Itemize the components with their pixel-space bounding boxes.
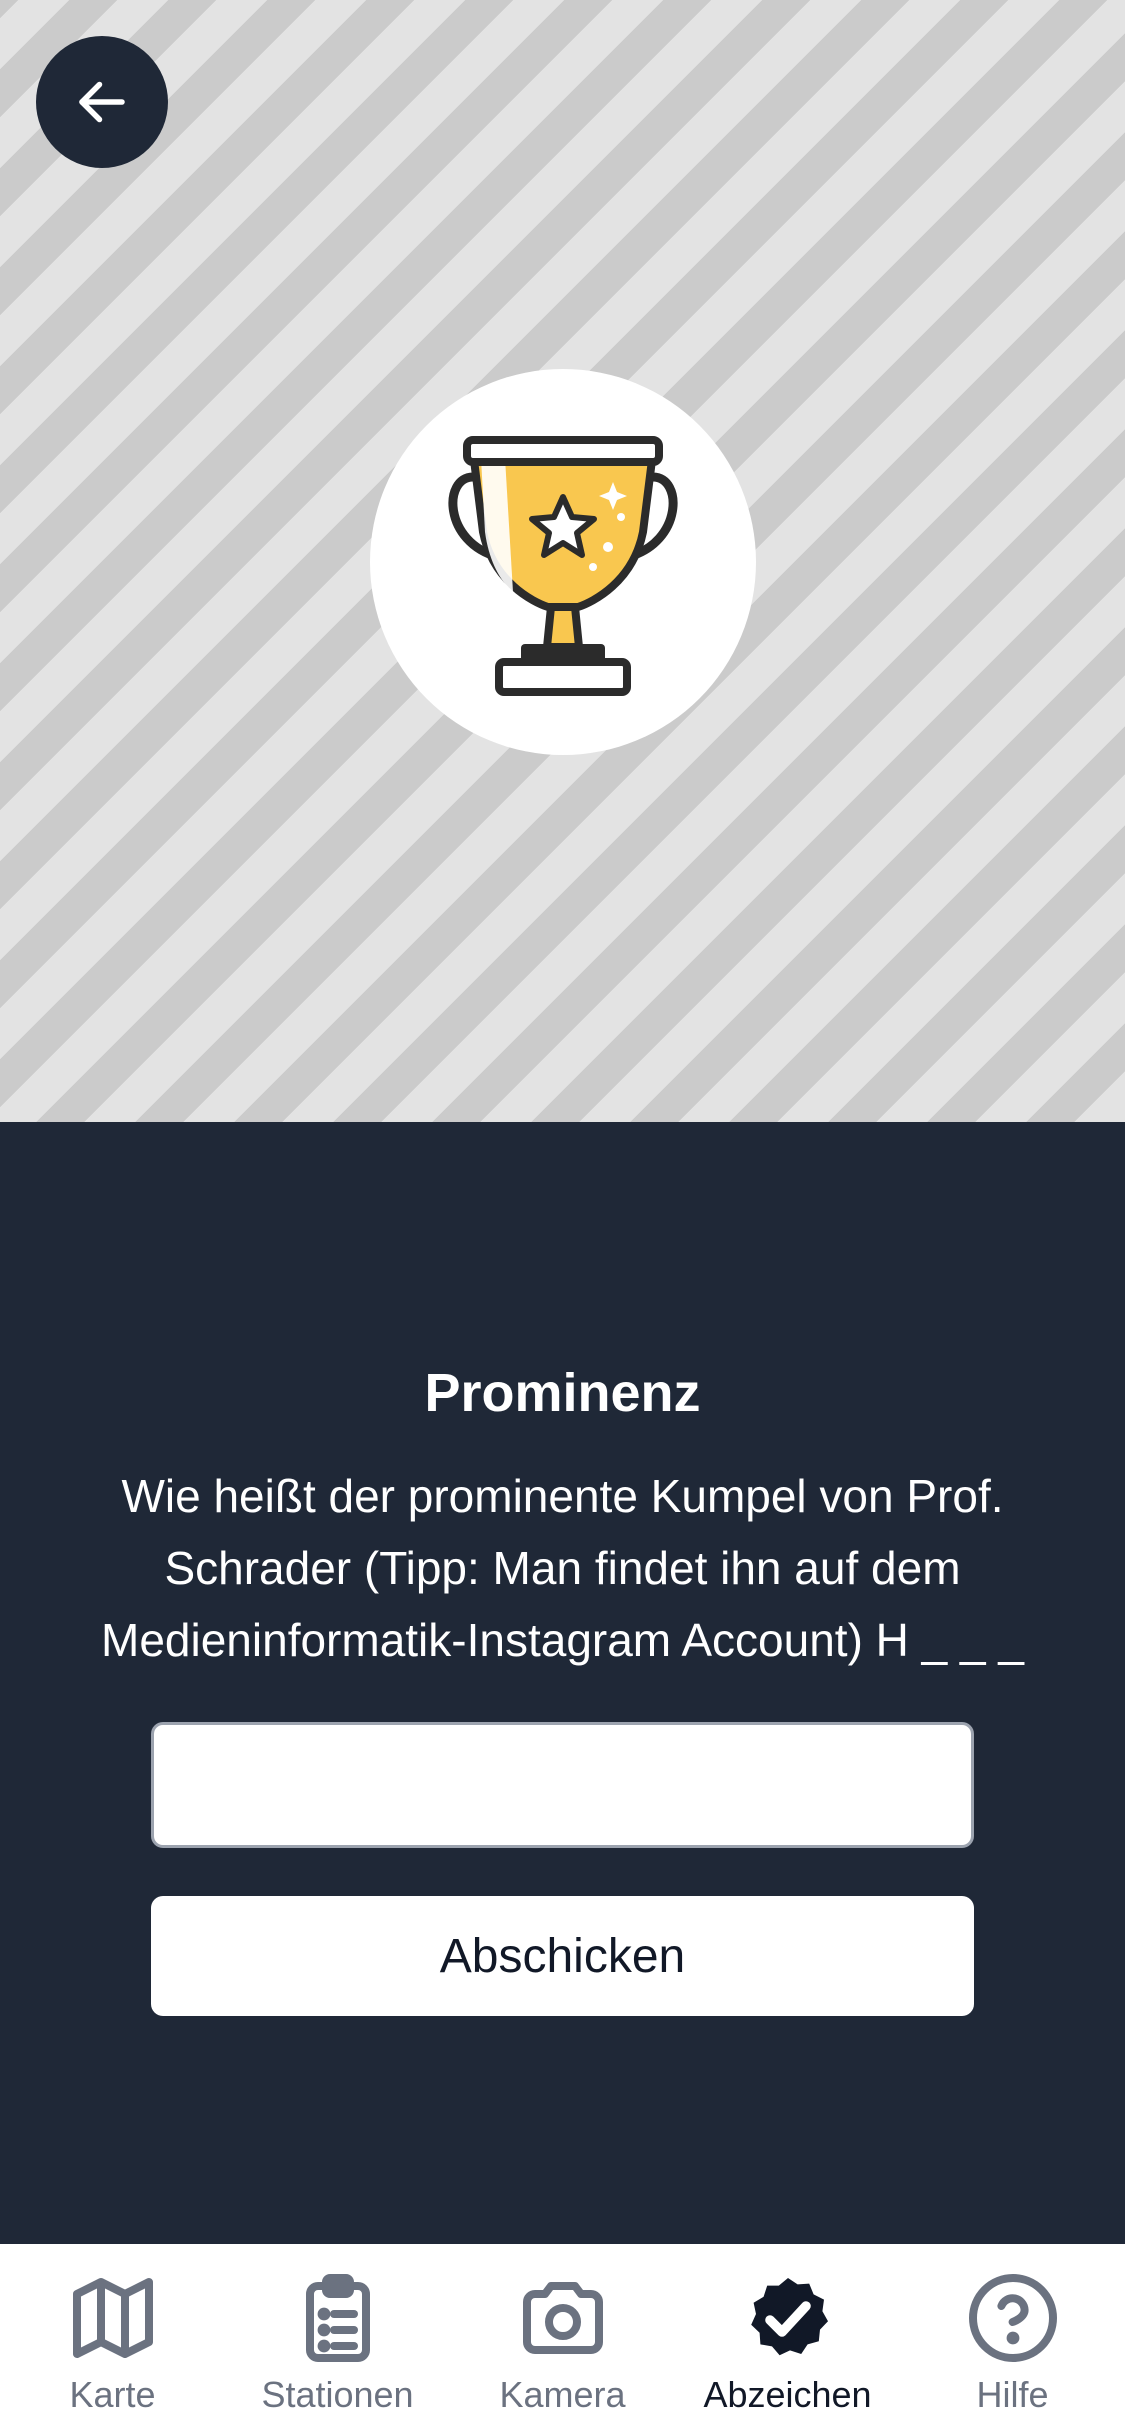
tab-label-karte: Karte [69,2374,156,2415]
help-circle-icon [968,2274,1057,2362]
bottom-tab-bar: Karte Stationen Kamera Abzeichen Hilfe [0,2244,1125,2436]
badge-check-icon [750,2278,828,2356]
trophy-icon [448,436,678,696]
tab-label-hilfe: Hilfe [976,2374,1049,2415]
badge-circle [370,369,756,755]
tab-hilfe[interactable]: Hilfe [900,2244,1125,2436]
camera-icon [522,2282,603,2354]
clipboard-list-icon [305,2274,370,2362]
tab-stationen[interactable]: Stationen [225,2244,450,2436]
submit-button[interactable]: Abschicken [151,1896,974,2016]
challenge-panel: Prominenz Wie heißt der prominente Kumpe… [0,1122,1125,2244]
badge-hero [0,0,1125,1122]
map-icon [72,2278,153,2358]
tab-kamera[interactable]: Kamera [450,2244,675,2436]
challenge-title: Prominenz [424,1363,701,1423]
challenge-question: Wie heißt der prominente Kumpel von Prof… [101,1470,1024,1666]
tab-karte[interactable]: Karte [0,2244,225,2436]
arrow-left-icon [79,81,125,123]
answer-input[interactable] [151,1722,974,1848]
tab-label-kamera: Kamera [499,2374,626,2415]
tab-label-stationen: Stationen [261,2374,414,2415]
back-button[interactable] [36,36,168,168]
tab-label-abzeichen: Abzeichen [703,2374,872,2415]
tab-abzeichen[interactable]: Abzeichen [675,2244,900,2436]
